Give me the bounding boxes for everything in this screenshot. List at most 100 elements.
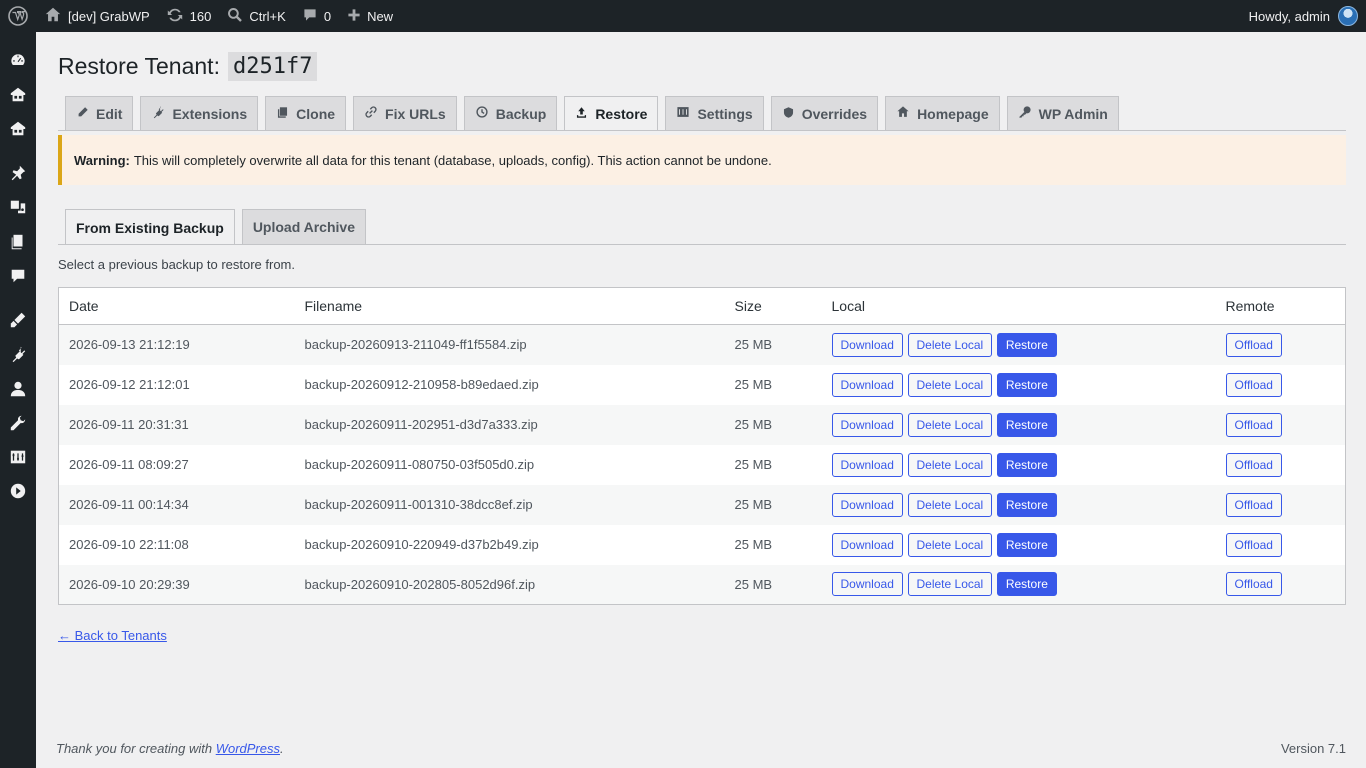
intro-text: Select a previous backup to restore from… [58, 257, 296, 272]
new-content-link[interactable]: New [339, 0, 401, 32]
restore-button[interactable]: Restore [996, 572, 1057, 597]
download-button[interactable]: Download [831, 572, 903, 597]
delete-local-button[interactable]: Delete Local [907, 372, 993, 397]
site-name-link[interactable]: [dev] GrabWP [36, 0, 158, 32]
download-button[interactable]: Download [831, 452, 903, 477]
remote-actions: Offload [1216, 365, 1346, 405]
updates-icon [166, 6, 184, 27]
tab-extensions[interactable]: Extensions [140, 96, 259, 130]
backup-date: 2026-09-10 20:29:39 [69, 576, 190, 592]
tab-clone[interactable]: Clone [265, 96, 347, 130]
tab-label: Extensions [172, 105, 248, 122]
backup-date: 2026-09-11 08:09:27 [69, 457, 189, 472]
tab-label: Homepage [917, 105, 989, 122]
dashboard-icon[interactable] [8, 50, 28, 70]
tab-label: Settings [697, 105, 753, 122]
restore-button[interactable]: Restore [996, 532, 1057, 557]
tenant-id: d251f7 [227, 52, 318, 81]
restore-button[interactable]: Restore [996, 452, 1057, 477]
updates-count: 160 [189, 8, 212, 24]
my-account[interactable]: Howdy, admin [1249, 0, 1366, 32]
comments-icon[interactable] [8, 266, 28, 286]
local-actions: Download Delete Local Restore [822, 445, 1216, 485]
offload-button[interactable]: Offload [1225, 492, 1282, 517]
tools-icon[interactable] [8, 413, 28, 433]
backup-date: 2026-09-11 20:31:31 [69, 417, 189, 432]
table-row: 2026-09-10 20:29:39 backup-20260910-2028… [58, 564, 1346, 605]
tab-homepage[interactable]: Homepage [885, 96, 1000, 130]
tab-edit[interactable]: Edit [65, 96, 134, 130]
backup-icon [475, 105, 489, 122]
plugins-icon[interactable] [8, 344, 28, 364]
download-button[interactable]: Download [831, 372, 903, 397]
appearance-icon[interactable] [8, 310, 28, 330]
backup-date: 2026-09-11 00:14:34 [69, 497, 189, 512]
download-button[interactable]: Download [831, 332, 903, 357]
back-to-tenants-link[interactable]: ← Back to Tenants [58, 628, 167, 643]
offload-button[interactable]: Offload [1225, 412, 1282, 437]
wordpress-logo-icon[interactable] [0, 0, 36, 32]
delete-local-button[interactable]: Delete Local [907, 412, 993, 437]
download-button[interactable]: Download [831, 492, 903, 517]
tab-settings[interactable]: Settings [665, 96, 764, 130]
admin-key-icon [1018, 105, 1032, 122]
tenant-tabs: Edit Extensions Clone Fix URLs Backup Re… [65, 96, 1119, 131]
tab-fix-urls[interactable]: Fix URLs [353, 96, 457, 130]
posts-pin-icon[interactable] [8, 163, 28, 183]
restore-source-tabs: From Existing Backup Upload Archive [65, 209, 366, 245]
remote-actions: Offload [1216, 325, 1346, 365]
tab-restore[interactable]: Restore [564, 96, 659, 131]
remote-actions: Offload [1216, 405, 1346, 445]
table-row: 2026-09-12 21:12:01 backup-20260912-2109… [59, 365, 1346, 405]
collapse-menu-icon[interactable] [8, 481, 28, 501]
command-palette-link[interactable]: Ctrl+K [219, 0, 293, 32]
pencil-icon [76, 106, 89, 122]
network-sites-icon[interactable] [8, 85, 28, 105]
tab-upload-archive[interactable]: Upload Archive [241, 209, 366, 244]
updates-link[interactable]: 160 [158, 0, 220, 32]
tab-backup[interactable]: Backup [463, 96, 558, 130]
tab-overrides[interactable]: Overrides [770, 96, 879, 130]
tab-wp-admin[interactable]: WP Admin [1006, 96, 1119, 130]
warning-notice: Warning: This will completely overwrite … [58, 135, 1346, 185]
download-button[interactable]: Download [831, 412, 903, 437]
tab-from-existing-backup[interactable]: From Existing Backup [65, 209, 235, 245]
comments-count: 0 [323, 8, 332, 24]
restore-button[interactable]: Restore [996, 412, 1057, 437]
delete-local-button[interactable]: Delete Local [907, 332, 993, 357]
delete-local-button[interactable]: Delete Local [907, 452, 993, 477]
download-button[interactable]: Download [831, 532, 903, 557]
shortcut-label: Ctrl+K [249, 8, 286, 24]
delete-local-button[interactable]: Delete Local [907, 492, 993, 517]
restore-button[interactable]: Restore [996, 492, 1057, 517]
tab-label: Clone [296, 105, 336, 122]
backup-filename: backup-20260911-001310-38dcc8ef.zip [304, 497, 533, 512]
search-icon [227, 7, 243, 26]
admin-menu [0, 32, 36, 768]
header-filename: Filename [294, 287, 725, 325]
table-row: 2026-09-11 00:14:34 backup-20260911-0013… [58, 484, 1346, 525]
offload-button[interactable]: Offload [1225, 332, 1282, 357]
page-title-text: Restore Tenant: [58, 53, 220, 79]
offload-button[interactable]: Offload [1225, 372, 1282, 397]
delete-local-button[interactable]: Delete Local [907, 572, 993, 597]
backup-size: 25 MB [734, 337, 773, 353]
local-actions: Download Delete Local Restore [822, 325, 1216, 365]
comments-link[interactable]: 0 [294, 0, 339, 32]
media-icon[interactable] [8, 197, 28, 217]
admin-bar: [dev] GrabWP 160 Ctrl+K 0 New Howdy, adm… [0, 0, 1366, 32]
restore-button[interactable]: Restore [996, 332, 1057, 357]
new-label: New [367, 8, 394, 24]
tenants-icon[interactable] [8, 119, 28, 139]
offload-button[interactable]: Offload [1225, 532, 1282, 557]
offload-button[interactable]: Offload [1225, 452, 1282, 477]
wordpress-link[interactable]: WordPress [216, 741, 280, 756]
warning-text: This will completely overwrite all data … [133, 152, 772, 168]
users-icon[interactable] [8, 379, 28, 399]
settings-icon[interactable] [8, 447, 28, 467]
offload-button[interactable]: Offload [1225, 572, 1282, 597]
delete-local-button[interactable]: Delete Local [907, 532, 993, 557]
pages-icon[interactable] [8, 232, 28, 252]
restore-button[interactable]: Restore [996, 372, 1057, 397]
local-actions: Download Delete Local Restore [822, 565, 1216, 605]
